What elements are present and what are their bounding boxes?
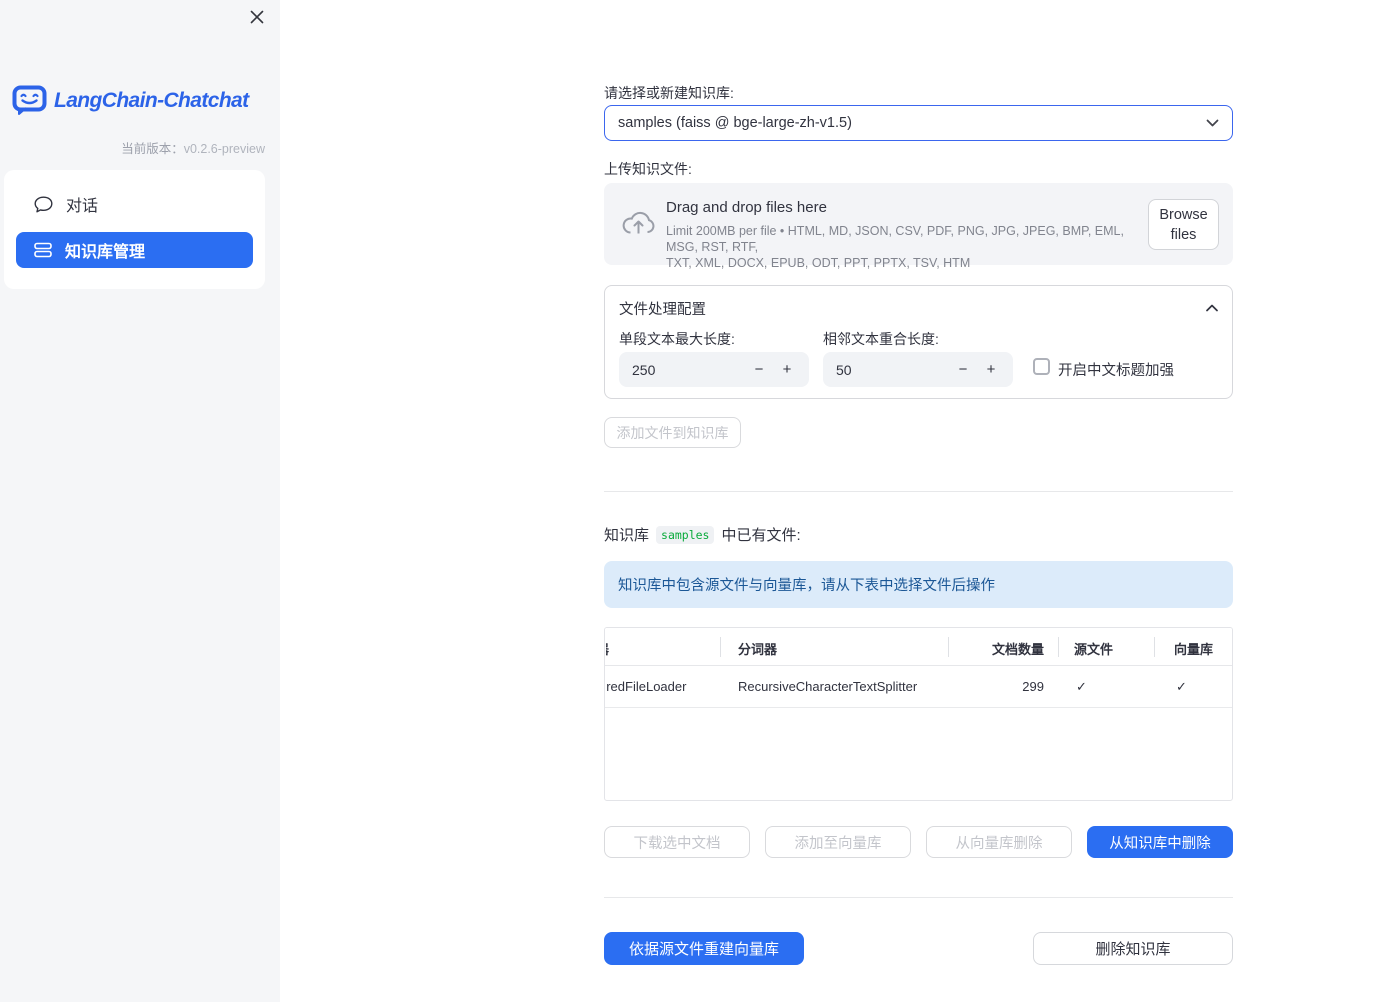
column-separator [720,637,721,657]
browse-files-button[interactable]: Browse files [1148,199,1219,250]
column-header-loader[interactable]: 器 [606,639,718,658]
delete-from-vector-store-button[interactable]: 从向量库删除 [926,826,1072,858]
delete-from-kb-button[interactable]: 从知识库中删除 [1087,826,1233,858]
chevron-up-icon [1206,304,1218,312]
column-separator [1058,637,1059,657]
chunk-size-increment-button[interactable]: + [773,355,801,385]
overlap-size-decrement-button[interactable]: − [949,355,977,385]
info-banner: 知识库中包含源文件与向量库，请从下表中选择文件后操作 [604,561,1233,608]
column-header-doc-count[interactable]: 文档数量 [948,639,1044,658]
overlap-size-increment-button[interactable]: + [977,355,1005,385]
kb-files-suffix: 中已有文件: [721,527,801,544]
kb-select-label: 请选择或新建知识库: [604,85,734,101]
overlap-size-label: 相邻文本重合长度: [823,331,939,347]
kb-files-prefix: 知识库 [604,527,650,544]
divider [604,491,1233,492]
upload-label: 上传知识文件: [604,161,692,177]
kb-list-icon [34,242,52,258]
chatchat-logo-icon [12,85,47,115]
column-header-source-file[interactable]: 源文件 [1074,639,1113,658]
overlap-size-stepper: − + [823,352,1013,387]
cell-vector-store-check: ✓ [1176,679,1187,694]
app-root: LangChain-Chatchat 当前版本：v0.2.6-preview 对… [0,0,1380,1002]
dropzone-limit-line2: TXT, XML, DOCX, EPUB, ODT, PPT, PPTX, TS… [666,256,971,270]
overlap-size-input[interactable] [823,361,949,378]
add-files-to-kb-button[interactable]: 添加文件到知识库 [604,417,741,448]
sidebar-item-dialogue[interactable]: 对话 [16,186,253,222]
cloud-upload-icon [622,211,655,234]
chat-bubble-icon [34,196,53,212]
chunk-size-stepper: − + [619,352,809,387]
info-banner-text: 知识库中包含源文件与向量库，请从下表中选择文件后操作 [618,578,995,594]
dropzone-text: Drag and drop files here Limit 200MB per… [666,199,1146,271]
app-title: LangChain-Chatchat [54,88,249,112]
file-config-title: 文件处理配置 [619,302,706,318]
column-separator [948,637,949,657]
cell-source-file-check: ✓ [1076,679,1087,694]
expander-collapse-button[interactable] [1206,300,1218,315]
kb-selectbox-value: samples (faiss @ bge-large-zh-v1.5) [618,115,852,131]
add-to-vector-store-button[interactable]: 添加至向量库 [765,826,911,858]
chinese-title-enhance-checkbox[interactable] [1033,358,1050,375]
version-label: 当前版本： [121,142,184,156]
divider [604,897,1233,898]
column-header-vector-store[interactable]: 向量库 [1174,639,1213,658]
kb-files-table[interactable]: 器 分词器 文档数量 源文件 向量库 uredFileLoader Recurs… [604,627,1233,801]
delete-kb-bottom-button[interactable]: 删除知识库 [1033,932,1233,965]
sidebar-item-label: 对话 [66,198,99,215]
file-dropzone[interactable]: Drag and drop files here Limit 200MB per… [604,183,1233,270]
app-logo: LangChain-Chatchat [12,85,249,116]
chinese-title-enhance-label: 开启中文标题加强 [1058,363,1174,379]
kb-selectbox[interactable]: samples (faiss @ bge-large-zh-v1.5) [604,105,1233,141]
chevron-down-icon [1206,119,1219,127]
chunk-size-label: 单段文本最大长度: [619,331,735,347]
version-value: v0.2.6-preview [183,142,265,156]
sidebar-menu: 对话 知识库管理 [4,170,265,289]
close-icon [250,10,264,23]
cell-splitter: RecursiveCharacterTextSplitter [738,679,918,694]
sidebar-item-label: 知识库管理 [65,244,146,261]
file-config-expander: 文件处理配置 单段文本最大长度: 相邻文本重合长度: − + − + 开启中文标… [604,285,1233,399]
dropzone-limit-line1: Limit 200MB per file • HTML, MD, JSON, C… [666,224,1124,254]
table-header-row: 器 分词器 文档数量 源文件 向量库 [605,628,1232,666]
cell-loader: uredFileLoader [606,679,687,694]
sidebar-item-kb-management[interactable]: 知识库管理 [16,232,253,268]
column-header-splitter[interactable]: 分词器 [738,639,777,658]
kb-name-code: samples [656,525,715,544]
sidebar: LangChain-Chatchat 当前版本：v0.2.6-preview 对… [0,0,280,1002]
dropzone-limits: Limit 200MB per file • HTML, MD, JSON, C… [666,223,1146,271]
sidebar-close-button[interactable] [246,7,268,29]
column-separator [1154,637,1155,657]
version-line: 当前版本：v0.2.6-preview [0,138,265,157]
rebuild-vector-store-button[interactable]: 依据源文件重建向量库 [604,932,804,965]
chunk-size-input[interactable] [619,361,745,378]
dropzone-title: Drag and drop files here [666,199,827,216]
chunk-size-decrement-button[interactable]: − [745,355,773,385]
kb-files-heading: 知识库 samples 中已有文件: [604,524,1233,545]
download-selected-docs-button[interactable]: 下载选中文档 [604,826,750,858]
table-row[interactable]: uredFileLoader RecursiveCharacterTextSpl… [605,666,1232,708]
cell-doc-count: 299 [1022,679,1044,694]
